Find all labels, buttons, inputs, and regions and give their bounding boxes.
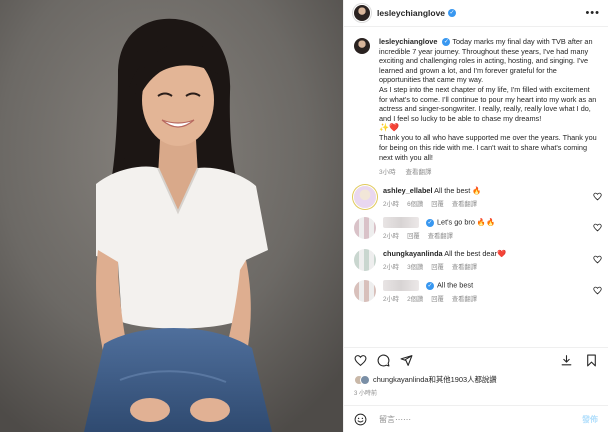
comment-reply[interactable]: 回覆 [431,201,444,208]
comment-body: ✓ Let's go bro 🔥🔥 2小時 回覆 查看翻譯 [383,217,593,240]
comment-body: chungkayanlinda All the best dear❤️ 2小時 3個… [383,249,593,271]
caption-body: lesleychianglove ✓ Today marks my final … [379,37,600,176]
comment-text: Let's go bro 🔥🔥 [437,217,496,227]
caption-meta: 3小時 查看翻譯 [379,166,600,176]
author-avatar[interactable] [354,5,370,21]
action-bar-right [548,354,598,367]
comment-input[interactable]: 留言⋯⋯ [379,414,582,425]
caption-paragraph-2: As I step into the next chapter of my li… [379,84,597,123]
comment-text-line: ashley_ellabel All the best 🔥 [383,186,593,196]
likes-summary[interactable]: chungkayanlinda和其他1903人都說讚 [354,374,600,385]
caption-emojis: ✨❤️ [379,123,399,133]
more-options-icon[interactable]: ••• [585,8,600,19]
comments-scroll-area[interactable]: lesleychianglove ✓ Today marks my final … [344,28,608,344]
caption-paragraph-3: Thank you to all who have supported me o… [379,133,597,162]
blurred-username[interactable] [383,280,419,292]
caption-translate-link[interactable]: 查看翻譯 [405,169,431,176]
verified-badge-icon: ✓ [448,9,457,17]
caption-text: lesleychianglove ✓ Today marks my final … [379,37,600,162]
comment-reply[interactable]: 回覆 [407,233,420,240]
post-header: lesleychianglove ✓ ••• [344,0,608,27]
comment-like-heart-icon[interactable] [593,223,602,232]
comment-likes[interactable]: 3個讚 [407,264,423,271]
comment-row: ashley_ellabel All the best 🔥 2小時 6個讚 回覆 查看翻… [344,186,608,209]
comment-reply[interactable]: 回覆 [431,296,444,303]
comment-body: ashley_ellabel All the best 🔥 2小時 6個讚 回覆 查看翻… [383,186,593,208]
comment-likes[interactable]: 6個讚 [407,201,423,208]
comment-text: All the best [437,280,474,290]
comment-reply[interactable]: 回覆 [431,264,444,271]
comment-translate[interactable]: 查看翻譯 [452,201,477,208]
commenter-username[interactable]: chungkayanlinda [383,249,443,258]
comment-text-line: ✓ All the best [383,280,593,292]
post-photo[interactable] [0,0,343,432]
comment-meta: 2小時 2個讚 回覆 查看翻譯 [383,294,593,303]
download-icon[interactable] [560,354,573,367]
comment-text: All the best dear❤️ [444,249,507,259]
heart-icon[interactable] [354,354,367,367]
post-side-panel: lesleychianglove ✓ ••• lesleychianglove … [343,0,608,432]
emoji-icon[interactable] [354,413,367,426]
comment-row: ✓ All the best 2小時 2個讚 回覆 查看翻譯 [344,280,608,303]
blurred-username[interactable] [383,217,419,229]
comment-icon[interactable] [377,354,390,367]
comment-like-heart-icon[interactable] [593,192,602,201]
comment-translate[interactable]: 查看翻譯 [452,264,477,271]
commenter-avatar[interactable] [354,217,376,240]
portrait-illustration [0,0,343,432]
comment-like-heart-icon[interactable] [593,255,602,264]
commenter-avatar[interactable] [354,280,376,303]
share-icon[interactable] [400,354,413,367]
comment-meta: 2小時 6個讚 回覆 查看翻譯 [383,199,593,208]
caption-avatar[interactable] [354,38,370,54]
comment-time[interactable]: 2小時 [383,233,399,240]
comment-list: ashley_ellabel All the best 🔥 2小時 6個讚 回覆 查看翻… [344,186,608,303]
comment-composer: 留言⋯⋯ 發佈 [344,405,608,432]
caption-verified-icon: ✓ [442,38,451,47]
commenter-avatar[interactable] [354,249,376,272]
comment-likes[interactable]: 2個讚 [407,296,423,303]
comment-row: chungkayanlinda All the best dear❤️ 2小時 3個… [344,249,608,272]
comment-time[interactable]: 2小時 [383,296,399,303]
commenter-username[interactable]: ashley_ellabel [383,186,433,195]
post-comment-button[interactable]: 發佈 [582,414,598,425]
post-caption: lesleychianglove ✓ Today marks my final … [344,28,608,176]
liker-avatar [360,374,370,385]
instagram-post-viewer: lesleychianglove ✓ ••• lesleychianglove … [0,0,608,432]
post-action-bar [344,347,608,373]
likes-text: chungkayanlinda和其他1903人都說讚 [373,375,497,384]
comment-row: ✓ Let's go bro 🔥🔥 2小時 回覆 查看翻譯 [344,217,608,240]
comment-translate[interactable]: 查看翻譯 [428,233,453,240]
comment-translate[interactable]: 查看翻譯 [452,296,477,303]
commenter-verified-icon: ✓ [426,218,434,227]
comment-text-line: chungkayanlinda All the best dear❤️ [383,249,593,259]
commenter-avatar[interactable] [354,186,376,209]
comment-body: ✓ All the best 2小時 2個讚 回覆 查看翻譯 [383,280,593,303]
commenter-verified-icon: ✓ [426,281,434,290]
comment-like-heart-icon[interactable] [593,286,602,295]
author-username[interactable]: lesleychianglove [377,8,445,18]
comment-text: All the best 🔥 [434,186,482,196]
comment-time[interactable]: 2小時 [383,201,399,208]
caption-username[interactable]: lesleychianglove [379,37,437,46]
comment-meta: 2小時 回覆 查看翻譯 [383,231,593,240]
comment-meta: 2小時 3個讚 回覆 查看翻譯 [383,262,593,271]
comment-text-line: ✓ Let's go bro 🔥🔥 [383,217,593,229]
comment-time[interactable]: 2小時 [383,264,399,271]
bookmark-icon[interactable] [585,354,598,367]
post-timestamp: 3 小時前 [354,391,378,397]
caption-time[interactable]: 3小時 [379,169,396,176]
